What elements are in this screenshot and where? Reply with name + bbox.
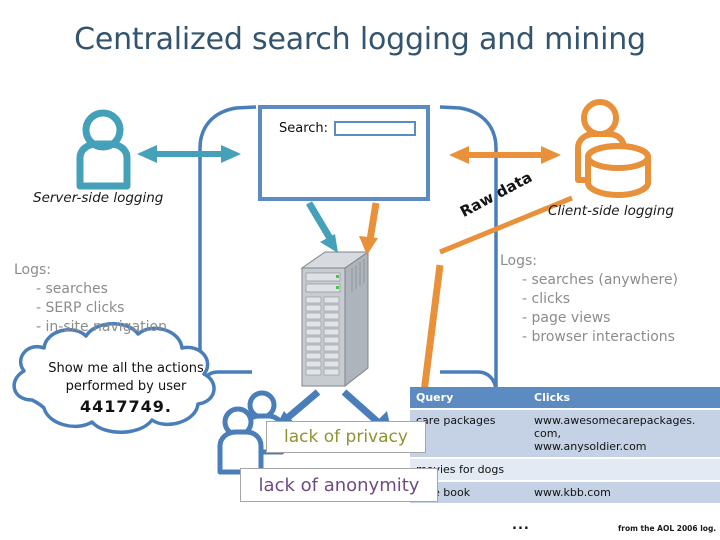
left-bracket-top	[198, 105, 257, 149]
server-tower-icon	[300, 251, 370, 388]
source-credit: from the AOL 2006 log.	[618, 524, 717, 533]
logs-item: - in-site navigation	[36, 319, 167, 335]
logs-heading: Logs:	[500, 253, 538, 269]
cell-query: care packages	[410, 409, 528, 459]
logs-heading: Logs:	[14, 262, 52, 278]
logs-item: - searches	[36, 281, 108, 297]
bubble-line-1: Show me all the actions	[48, 361, 204, 376]
search-row: Search:	[279, 121, 417, 136]
query-clicks-table: Query Clicks care packages www.awesomeca…	[410, 387, 720, 505]
callout-privacy-label: lack of privacy	[284, 427, 408, 447]
search-input[interactable]	[334, 121, 417, 136]
logs-item: - page views	[522, 310, 611, 326]
logs-item: - SERP clicks	[36, 300, 125, 316]
cell-clicks	[528, 458, 720, 482]
right-bracket-top	[439, 105, 498, 149]
arrow-orange-to-server	[359, 202, 380, 255]
thought-bubble-text: Show me all the actions performed by use…	[22, 360, 230, 416]
logs-item: - browser interactions	[522, 329, 675, 345]
arrow-teal-to-server	[305, 201, 338, 253]
cell-clicks: www.awesomecarepackages. com, www.anysol…	[528, 409, 720, 459]
bubble-line-2: performed by user	[65, 379, 187, 394]
logs-item: - searches (anywhere)	[522, 272, 679, 288]
table-header-row: Query Clicks	[410, 387, 720, 410]
table-header-clicks: Clicks	[528, 387, 720, 410]
bubble-line-3: 4417749.	[79, 397, 172, 416]
callout-lack-of-privacy: lack of privacy	[266, 421, 426, 453]
person-with-database-icon-right	[575, 99, 651, 198]
double-arrow-icon-right	[449, 146, 561, 164]
logs-client-side: Logs: - searches (anywhere) - clicks - p…	[500, 252, 678, 347]
cell-clicks: www.kbb.com	[528, 481, 720, 505]
search-label: Search:	[279, 121, 329, 136]
double-arrow-icon-left	[137, 145, 241, 163]
caption-server-side: Server-side logging	[33, 190, 164, 206]
caption-client-side: Client-side logging	[548, 203, 674, 219]
callout-anonymity-label: lack of anonymity	[258, 474, 420, 496]
person-icon-left	[76, 109, 131, 190]
table-ellipsis: ...	[512, 518, 530, 533]
callout-lack-of-anonymity: lack of anonymity	[240, 468, 438, 502]
logs-item: - clicks	[522, 291, 571, 307]
table-row: movies for dogs	[410, 458, 720, 482]
table-row: blue book www.kbb.com	[410, 481, 720, 505]
logs-server-side: Logs: - searches - SERP clicks - in-site…	[14, 261, 167, 337]
slide-canvas: Centralized search logging and mining Se…	[0, 0, 720, 540]
table-header-query: Query	[410, 387, 528, 410]
browser-window: Search:	[258, 105, 430, 201]
table-row: care packages www.awesomecarepackages. c…	[410, 409, 720, 459]
